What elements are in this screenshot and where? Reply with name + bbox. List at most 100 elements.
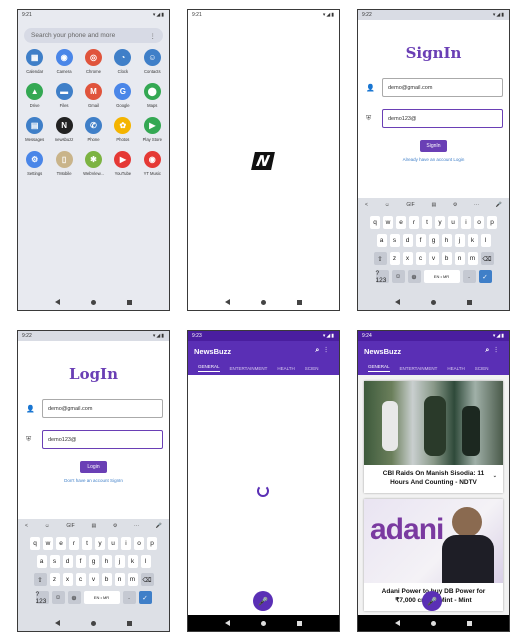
key[interactable]: y	[435, 216, 445, 229]
tab-health[interactable]: HEALTH	[447, 366, 464, 371]
app-yt-music[interactable]: ◉ YT Music	[138, 151, 167, 176]
keyboard-tool-0[interactable]: <	[25, 523, 28, 529]
key[interactable]: EN • MR	[423, 270, 460, 283]
key[interactable]: j	[454, 234, 465, 247]
tab-scien[interactable]: SCIEN	[305, 366, 319, 371]
chevron-down-icon[interactable]: ⌄	[493, 472, 497, 481]
key[interactable]: f	[415, 234, 426, 247]
email-field[interactable]: demo@gmail.com	[42, 399, 163, 418]
search-icon[interactable]: ⌕	[315, 347, 325, 354]
key[interactable]: h	[101, 555, 112, 568]
keyboard-tool-3[interactable]: ▤	[431, 202, 436, 208]
key[interactable]: l	[480, 234, 491, 247]
key[interactable]: g	[428, 234, 439, 247]
signin-button[interactable]: SignIn	[420, 140, 447, 152]
key[interactable]: d	[402, 234, 413, 247]
login-button[interactable]: Login	[80, 461, 107, 473]
app-settings[interactable]: ⚙ Settings	[20, 151, 49, 176]
key[interactable]: z	[49, 573, 60, 586]
app-maps[interactable]: ⬤ Maps	[138, 83, 167, 108]
recents-icon[interactable]	[296, 299, 302, 305]
key[interactable]: s	[389, 234, 400, 247]
key[interactable]: p	[147, 537, 157, 550]
tab-health[interactable]: HEALTH	[277, 366, 294, 371]
key[interactable]: t	[422, 216, 432, 229]
app-files[interactable]: ▬ Files	[49, 83, 78, 108]
key[interactable]: ☺	[391, 270, 405, 283]
keyboard-tool-6[interactable]: 🎤	[156, 523, 162, 529]
recents-icon[interactable]	[126, 620, 132, 626]
voice-search-button[interactable]: 🎤	[253, 591, 273, 611]
key[interactable]: ✓	[478, 270, 492, 283]
key[interactable]: m	[467, 252, 478, 265]
tab-entertainment[interactable]: ENTERTAINMENT	[400, 366, 438, 371]
app-contacts[interactable]: ☺ Contacts	[138, 49, 167, 74]
password-field[interactable]: demo123@	[382, 109, 503, 128]
key[interactable]: l	[140, 555, 151, 568]
key[interactable]: e	[56, 537, 66, 550]
app-phone[interactable]: ✆ Phone	[79, 117, 108, 142]
home-icon[interactable]	[90, 620, 96, 626]
keyboard-tool-3[interactable]: ▤	[91, 523, 96, 529]
key[interactable]: ⌫	[140, 573, 154, 586]
key[interactable]: q	[370, 216, 380, 229]
key[interactable]: x	[402, 252, 413, 265]
key[interactable]: z	[389, 252, 400, 265]
recents-icon[interactable]	[466, 299, 472, 305]
key[interactable]: o	[134, 537, 144, 550]
key[interactable]: ⌫	[480, 252, 494, 265]
keyboard-tool-4[interactable]: ⚙	[113, 523, 117, 529]
key[interactable]: j	[114, 555, 125, 568]
key[interactable]: a	[36, 555, 47, 568]
back-icon[interactable]	[55, 620, 61, 626]
key[interactable]: EN • MR	[83, 591, 120, 604]
back-icon[interactable]	[225, 620, 231, 626]
key[interactable]: f	[75, 555, 86, 568]
login-link[interactable]: Already have an account Login	[358, 157, 509, 162]
app-camera[interactable]: ◉ Camera	[49, 49, 78, 74]
more-icon[interactable]: ⋮	[325, 347, 333, 354]
key[interactable]: q	[30, 537, 40, 550]
news-card[interactable]: CBI Raids On Manish Sisodia: 11 Hours An…	[364, 381, 503, 493]
back-icon[interactable]	[395, 299, 401, 305]
password-field[interactable]: demo123@	[42, 430, 163, 449]
email-field[interactable]: demo@gmail.com	[382, 78, 503, 97]
key[interactable]: k	[467, 234, 478, 247]
keyboard-tool-2[interactable]: GIF	[66, 523, 74, 529]
recents-icon[interactable]	[126, 299, 132, 305]
key[interactable]: ⇧	[373, 252, 387, 265]
key[interactable]: c	[75, 573, 86, 586]
key[interactable]: n	[114, 573, 125, 586]
recents-icon[interactable]	[466, 620, 472, 626]
key[interactable]: d	[62, 555, 73, 568]
app-calendar[interactable]: ▦ Calendar	[20, 49, 49, 74]
more-icon[interactable]: ⋮	[495, 347, 503, 354]
back-icon[interactable]	[55, 299, 61, 305]
key[interactable]: ?123	[375, 270, 389, 284]
app-webview[interactable]: ✱ WebView...	[79, 151, 108, 176]
keyboard-tool-4[interactable]: ⚙	[453, 202, 457, 208]
home-search-bar[interactable]: Search your phone and more ⋮	[24, 28, 163, 43]
app-messages[interactable]: ▤ Messages	[20, 117, 49, 142]
key[interactable]: ⊕	[67, 591, 81, 604]
key[interactable]: o	[474, 216, 484, 229]
key[interactable]: r	[69, 537, 79, 550]
key[interactable]: e	[396, 216, 406, 229]
app-chrome[interactable]: ◎ Chrome	[79, 49, 108, 74]
home-icon[interactable]	[430, 299, 436, 305]
key[interactable]: .	[462, 270, 476, 283]
search-icon[interactable]: ⌕	[485, 347, 495, 354]
key[interactable]: n	[454, 252, 465, 265]
key[interactable]: ⇧	[33, 573, 47, 586]
keyboard-tool-5[interactable]: ···	[474, 202, 479, 208]
key[interactable]: s	[49, 555, 60, 568]
tab-general[interactable]: GENERAL	[198, 364, 220, 372]
key[interactable]: y	[95, 537, 105, 550]
app-tmobile[interactable]: ▯ TMobile	[49, 151, 78, 176]
key[interactable]: i	[121, 537, 131, 550]
key[interactable]: a	[376, 234, 387, 247]
app-newsbuzz[interactable]: Nnewsbuzz	[49, 117, 78, 142]
key[interactable]: i	[461, 216, 471, 229]
key[interactable]: m	[127, 573, 138, 586]
keyboard-tool-2[interactable]: GIF	[406, 202, 414, 208]
